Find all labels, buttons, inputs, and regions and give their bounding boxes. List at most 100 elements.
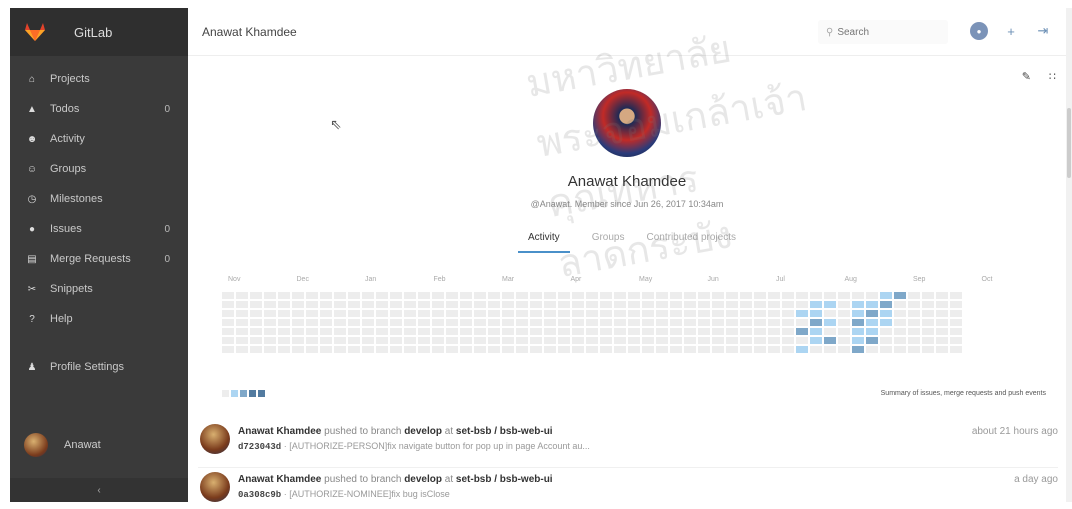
calendar-day[interactable] <box>474 301 486 308</box>
event-author-link[interactable]: Anawat Khamdee <box>238 426 321 437</box>
calendar-day[interactable] <box>628 337 640 344</box>
calendar-day[interactable] <box>334 310 346 317</box>
calendar-day[interactable] <box>712 337 724 344</box>
calendar-day[interactable] <box>880 346 892 353</box>
calendar-day[interactable] <box>348 292 360 299</box>
calendar-day[interactable] <box>446 310 458 317</box>
calendar-day[interactable] <box>236 346 248 353</box>
calendar-day[interactable] <box>656 328 668 335</box>
calendar-day[interactable] <box>824 346 836 353</box>
calendar-day[interactable] <box>278 310 290 317</box>
calendar-day[interactable] <box>894 319 906 326</box>
calendar-day[interactable] <box>726 301 738 308</box>
calendar-day[interactable] <box>376 346 388 353</box>
calendar-day[interactable] <box>852 301 864 308</box>
sidebar-item-milestones[interactable]: ◷ Milestones <box>10 184 188 214</box>
calendar-day[interactable] <box>530 301 542 308</box>
calendar-day[interactable] <box>250 346 262 353</box>
calendar-day[interactable] <box>362 346 374 353</box>
calendar-day[interactable] <box>600 310 612 317</box>
calendar-day[interactable] <box>516 328 528 335</box>
calendar-day[interactable] <box>712 328 724 335</box>
calendar-day[interactable] <box>250 292 262 299</box>
calendar-day[interactable] <box>698 301 710 308</box>
calendar-day[interactable] <box>250 328 262 335</box>
calendar-day[interactable] <box>320 346 332 353</box>
calendar-day[interactable] <box>894 310 906 317</box>
calendar-day[interactable] <box>670 301 682 308</box>
calendar-day[interactable] <box>432 319 444 326</box>
calendar-day[interactable] <box>292 319 304 326</box>
calendar-day[interactable] <box>824 292 836 299</box>
calendar-day[interactable] <box>278 301 290 308</box>
calendar-day[interactable] <box>950 337 962 344</box>
calendar-day[interactable] <box>390 310 402 317</box>
event-project-link[interactable]: set-bsb / bsb-web-ui <box>456 474 553 485</box>
calendar-day[interactable] <box>600 301 612 308</box>
calendar-day[interactable] <box>726 346 738 353</box>
calendar-day[interactable] <box>642 328 654 335</box>
calendar-day[interactable] <box>656 301 668 308</box>
calendar-day[interactable] <box>698 328 710 335</box>
calendar-day[interactable] <box>712 310 724 317</box>
calendar-day[interactable] <box>488 310 500 317</box>
calendar-day[interactable] <box>278 346 290 353</box>
calendar-day[interactable] <box>264 301 276 308</box>
calendar-day[interactable] <box>250 301 262 308</box>
calendar-day[interactable] <box>278 328 290 335</box>
calendar-day[interactable] <box>852 346 864 353</box>
calendar-day[interactable] <box>922 301 934 308</box>
calendar-day[interactable] <box>768 292 780 299</box>
calendar-day[interactable] <box>544 346 556 353</box>
calendar-day[interactable] <box>936 319 948 326</box>
calendar-day[interactable] <box>474 337 486 344</box>
scrollbar-thumb[interactable] <box>1067 108 1071 178</box>
calendar-day[interactable] <box>936 346 948 353</box>
calendar-day[interactable] <box>810 292 822 299</box>
calendar-day[interactable] <box>362 292 374 299</box>
calendar-day[interactable] <box>376 328 388 335</box>
calendar-day[interactable] <box>908 337 920 344</box>
calendar-day[interactable] <box>334 292 346 299</box>
calendar-day[interactable] <box>460 346 472 353</box>
sidebar-item-profile-settings[interactable]: ♟ Profile Settings <box>10 352 188 382</box>
avatar[interactable] <box>200 472 230 502</box>
calendar-day[interactable] <box>572 319 584 326</box>
calendar-day[interactable] <box>432 328 444 335</box>
calendar-day[interactable] <box>880 301 892 308</box>
calendar-day[interactable] <box>334 301 346 308</box>
sidebar-item-merge-requests[interactable]: ▤ Merge Requests 0 <box>10 244 188 274</box>
calendar-day[interactable] <box>460 301 472 308</box>
commit-sha-link[interactable]: 0a308c9b <box>238 490 281 500</box>
calendar-day[interactable] <box>418 337 430 344</box>
edit-profile-icon[interactable]: ✎ <box>1022 70 1031 83</box>
calendar-day[interactable] <box>334 328 346 335</box>
event-author-link[interactable]: Anawat Khamdee <box>238 474 321 485</box>
calendar-day[interactable] <box>684 346 696 353</box>
calendar-day[interactable] <box>558 310 570 317</box>
calendar-day[interactable] <box>334 319 346 326</box>
calendar-day[interactable] <box>628 310 640 317</box>
calendar-day[interactable] <box>530 346 542 353</box>
calendar-day[interactable] <box>754 292 766 299</box>
calendar-day[interactable] <box>782 310 794 317</box>
calendar-day[interactable] <box>236 310 248 317</box>
calendar-day[interactable] <box>950 292 962 299</box>
calendar-day[interactable] <box>894 292 906 299</box>
sidebar-item-issues[interactable]: ● Issues 0 <box>10 214 188 244</box>
calendar-day[interactable] <box>922 337 934 344</box>
calendar-day[interactable] <box>432 346 444 353</box>
calendar-day[interactable] <box>418 310 430 317</box>
calendar-day[interactable] <box>516 292 528 299</box>
calendar-day[interactable] <box>656 319 668 326</box>
calendar-day[interactable] <box>320 328 332 335</box>
calendar-day[interactable] <box>376 292 388 299</box>
calendar-day[interactable] <box>502 301 514 308</box>
brand[interactable]: GitLab <box>10 8 188 56</box>
calendar-day[interactable] <box>908 346 920 353</box>
calendar-day[interactable] <box>530 292 542 299</box>
calendar-day[interactable] <box>404 346 416 353</box>
calendar-day[interactable] <box>726 337 738 344</box>
calendar-day[interactable] <box>684 292 696 299</box>
calendar-day[interactable] <box>628 346 640 353</box>
